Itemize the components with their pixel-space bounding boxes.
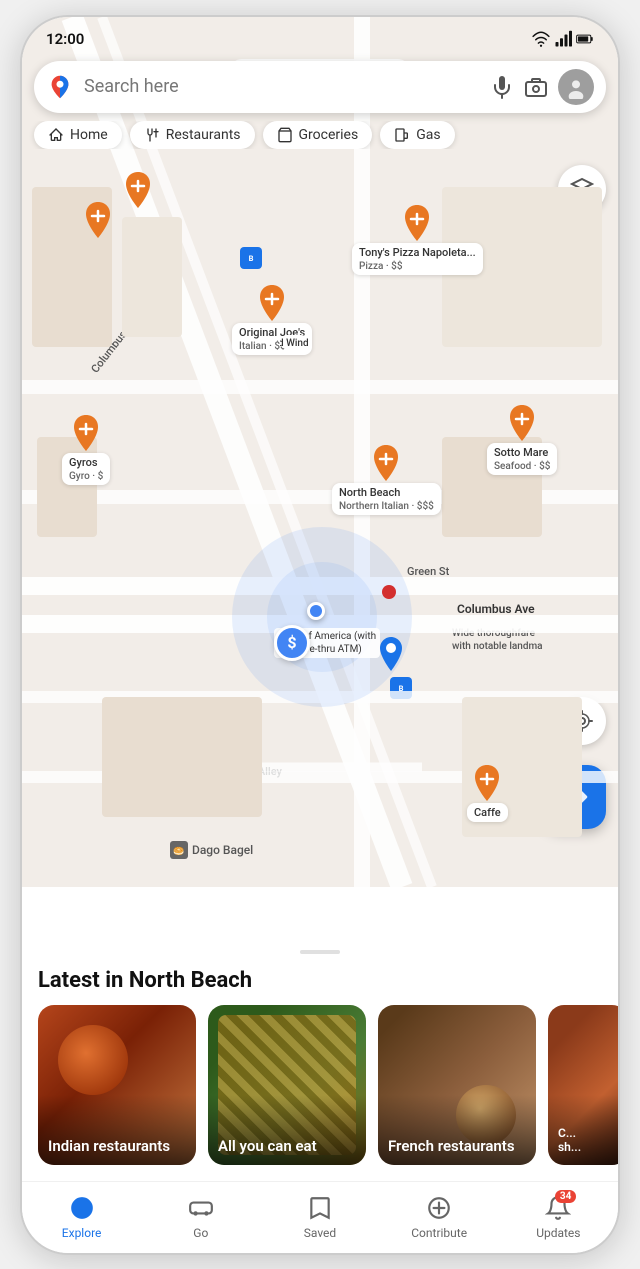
card-row: Indian restaurants All you can eat Frenc…	[22, 1005, 618, 1181]
saved-icon	[306, 1194, 334, 1222]
poi-dago-bagel[interactable]: 🥯 Dago Bagel	[170, 841, 253, 859]
poi-extra1[interactable]	[82, 202, 114, 238]
user-location	[307, 602, 325, 620]
nav-pin	[377, 637, 405, 675]
filter-chips: Home Restaurants Groceries Gas	[22, 121, 618, 149]
traffic-light	[382, 585, 396, 599]
svg-text:🥯: 🥯	[173, 845, 184, 856]
nav-updates[interactable]: 34 Updates	[530, 1194, 586, 1240]
search-area: Search here	[22, 53, 618, 113]
bottom-nav: Explore Go Saved Contribute 3	[22, 1181, 618, 1253]
card-partial-label: C...sh...	[558, 1126, 581, 1155]
battery-icon	[576, 30, 594, 48]
updates-label: Updates	[536, 1226, 580, 1240]
bottom-sheet: Latest in North Beach Indian restaurants…	[22, 938, 618, 1181]
poi-bank[interactable]: $ Bank of America (withDrive-thru ATM)	[274, 625, 380, 658]
chip-restaurants[interactable]: Restaurants	[130, 121, 255, 149]
nav-saved[interactable]: Saved	[292, 1194, 348, 1240]
phone-frame: Columbus Ave Green St Card Alley Columbu…	[20, 15, 620, 1255]
go-icon	[187, 1194, 215, 1222]
poi-tonys[interactable]: Tony's Pizza Napoleta...Pizza · $$	[352, 205, 483, 275]
updates-icon: 34	[544, 1194, 572, 1222]
poi-sotto-mare[interactable]: Sotto MareSeafood · $$	[487, 405, 557, 475]
status-time: 12:00	[46, 30, 84, 48]
nav-go[interactable]: Go	[173, 1194, 229, 1240]
explore-label: Explore	[62, 1226, 102, 1240]
poi-red-window[interactable]: Red Window	[280, 335, 308, 349]
google-maps-logo	[46, 73, 74, 101]
search-icons	[490, 69, 594, 105]
chip-groceries[interactable]: Groceries	[263, 121, 373, 149]
contribute-label: Contribute	[411, 1226, 467, 1240]
poi-caffe[interactable]: Caffe	[467, 765, 508, 822]
card-french-label: French restaurants	[388, 1137, 515, 1155]
mic-icon[interactable]	[490, 75, 514, 99]
status-icons	[532, 30, 594, 48]
poi-gyros[interactable]: GyrosGyro · $	[62, 415, 110, 485]
card-partial[interactable]: C...sh...	[548, 1005, 618, 1165]
svg-text:Red Window: Red Window	[280, 338, 308, 349]
signal-icon	[554, 30, 572, 48]
card-indian[interactable]: Indian restaurants	[38, 1005, 196, 1165]
chip-gas[interactable]: Gas	[380, 121, 454, 149]
search-placeholder[interactable]: Search here	[84, 76, 480, 97]
wifi-icon	[532, 30, 550, 48]
sheet-title: Latest in North Beach	[22, 968, 618, 1005]
go-label: Go	[193, 1226, 208, 1240]
poi-extra2[interactable]	[122, 172, 154, 208]
nav-contribute[interactable]: Contribute	[411, 1194, 467, 1240]
card-french[interactable]: French restaurants	[378, 1005, 536, 1165]
camera-icon[interactable]	[524, 75, 548, 99]
search-bar[interactable]: Search here	[34, 61, 606, 113]
saved-label: Saved	[304, 1226, 336, 1240]
sheet-handle	[300, 950, 340, 954]
user-avatar[interactable]	[558, 69, 594, 105]
chip-home[interactable]: Home	[34, 121, 122, 149]
explore-icon	[68, 1194, 96, 1222]
updates-badge: 34	[555, 1190, 576, 1203]
card-indian-label: Indian restaurants	[48, 1137, 170, 1155]
poi-north-beach[interactable]: North BeachNorthern Italian · $$$	[332, 445, 441, 515]
status-bar: 12:00	[22, 17, 618, 53]
card-buffet[interactable]: All you can eat	[208, 1005, 366, 1165]
nav-explore[interactable]: Explore	[54, 1194, 110, 1240]
card-buffet-label: All you can eat	[218, 1137, 317, 1155]
contribute-icon	[425, 1194, 453, 1222]
